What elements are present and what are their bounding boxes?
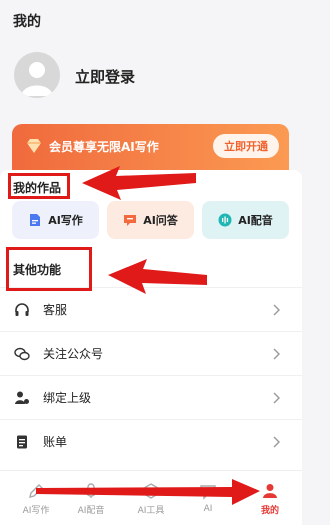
annotation-arrow-works — [82, 166, 196, 200]
annotation-arrows — [36, 166, 260, 505]
annotation-arrow-tab — [36, 479, 260, 505]
annotation-arrow-other — [108, 259, 207, 294]
